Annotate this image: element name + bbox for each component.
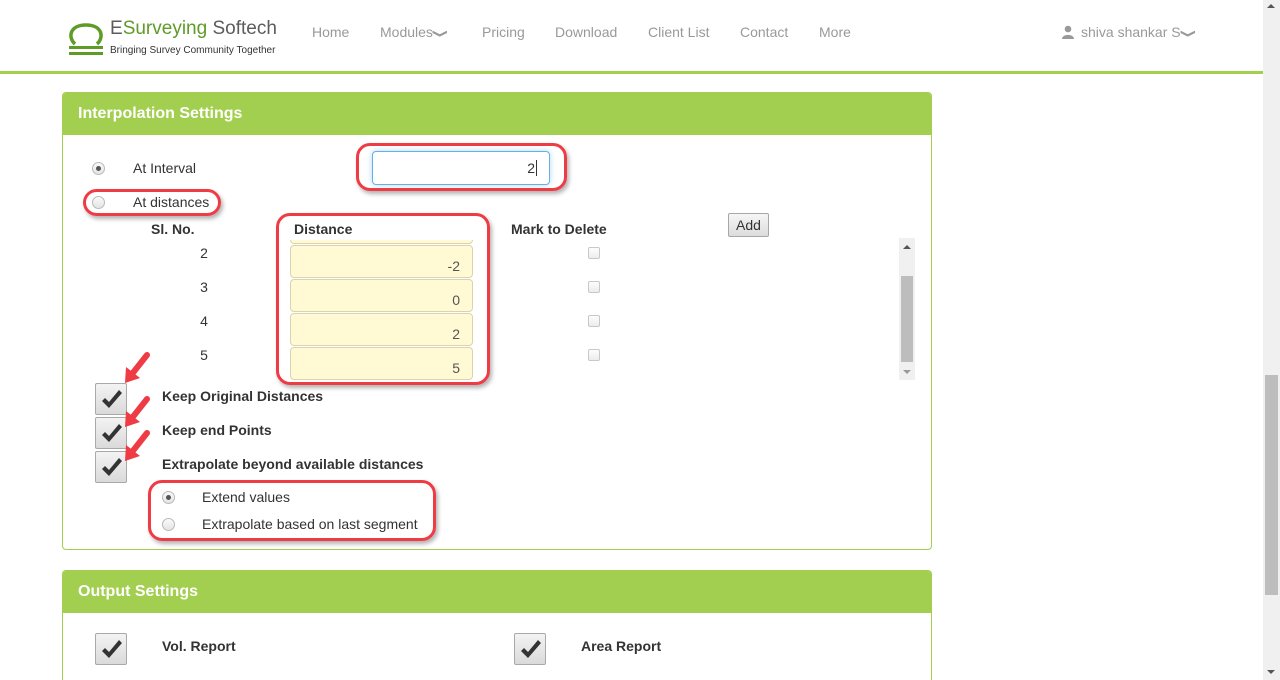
brand-tagline: Bringing Survey Community Together [110, 45, 276, 56]
chevron-down-icon: ❯ [1179, 28, 1196, 39]
scroll-down-icon[interactable] [903, 370, 911, 374]
nav-modules[interactable]: Modules❯ [380, 24, 448, 40]
scroll-thumb[interactable] [901, 276, 913, 362]
scroll-up-icon[interactable] [903, 245, 911, 249]
annotation-arrow-icon [125, 430, 150, 461]
at-interval-radio[interactable] [92, 162, 105, 175]
annotation-arrow-icon [125, 396, 150, 427]
add-button[interactable]: Add [728, 213, 769, 237]
chevron-down-icon: ❯ [432, 28, 448, 39]
page-scrollbar[interactable] [1263, 0, 1280, 680]
row-sl-no: 5 [200, 347, 208, 363]
annotation-highlight [148, 480, 436, 541]
annotation-arrow-icon [125, 352, 150, 383]
mark-delete-checkbox[interactable] [588, 349, 600, 361]
vol-report-label: Vol. Report [162, 638, 236, 654]
mark-delete-checkbox[interactable] [588, 315, 600, 327]
user-menu[interactable]: shiva shankar S❯ [1061, 24, 1195, 40]
table-scrollbar[interactable] [899, 238, 915, 380]
scroll-up-icon[interactable] [1267, 4, 1275, 8]
nav-contact[interactable]: Contact [740, 24, 788, 40]
mark-delete-header: Mark to Delete [511, 221, 607, 237]
mark-delete-checkbox[interactable] [588, 247, 600, 259]
brand-title: ESurveying Softech [110, 18, 277, 39]
nav-more[interactable]: More [819, 24, 851, 40]
extrapolate-label: Extrapolate beyond available distances [162, 456, 424, 472]
panel-title: Output Settings [63, 571, 931, 613]
row-sl-no: 2 [200, 245, 208, 261]
vol-report-checkbox[interactable] [95, 633, 127, 665]
checkmark-icon [102, 640, 122, 658]
annotation-highlight [276, 213, 490, 385]
top-navbar: ESurveying Softech Bringing Survey Commu… [0, 0, 1263, 74]
checkmark-icon [521, 640, 541, 658]
brand-logo[interactable]: ESurveying Softech Bringing Survey Commu… [66, 18, 286, 63]
checkmark-icon [102, 424, 122, 442]
row-sl-no: 4 [200, 313, 208, 329]
area-report-label: Area Report [581, 638, 662, 654]
panel-title: Interpolation Settings [63, 93, 931, 135]
annotation-highlight [83, 189, 221, 216]
row-sl-no: 3 [200, 279, 208, 295]
checkmark-icon [102, 390, 122, 408]
area-report-checkbox[interactable] [514, 633, 546, 665]
omega-logo-icon [69, 23, 103, 55]
nav-pricing[interactable]: Pricing [482, 24, 525, 40]
keep-end-points-label: Keep end Points [162, 422, 272, 438]
nav-client-list[interactable]: Client List [648, 24, 709, 40]
user-name: shiva shankar S [1081, 24, 1181, 40]
annotation-highlight [356, 143, 567, 191]
checkmark-icon [102, 458, 122, 476]
output-settings-panel: Output Settings [62, 570, 932, 680]
mark-delete-checkbox[interactable] [588, 281, 600, 293]
nav-download[interactable]: Download [555, 24, 617, 40]
user-icon [1062, 25, 1074, 39]
sl-no-header: Sl. No. [151, 221, 195, 237]
scroll-down-icon[interactable] [1267, 670, 1275, 674]
nav-home[interactable]: Home [312, 24, 349, 40]
keep-original-distances-label: Keep Original Distances [162, 388, 324, 404]
nav-modules-label: Modules [380, 24, 433, 40]
at-interval-label: At Interval [133, 160, 197, 176]
scroll-thumb[interactable] [1265, 375, 1278, 595]
